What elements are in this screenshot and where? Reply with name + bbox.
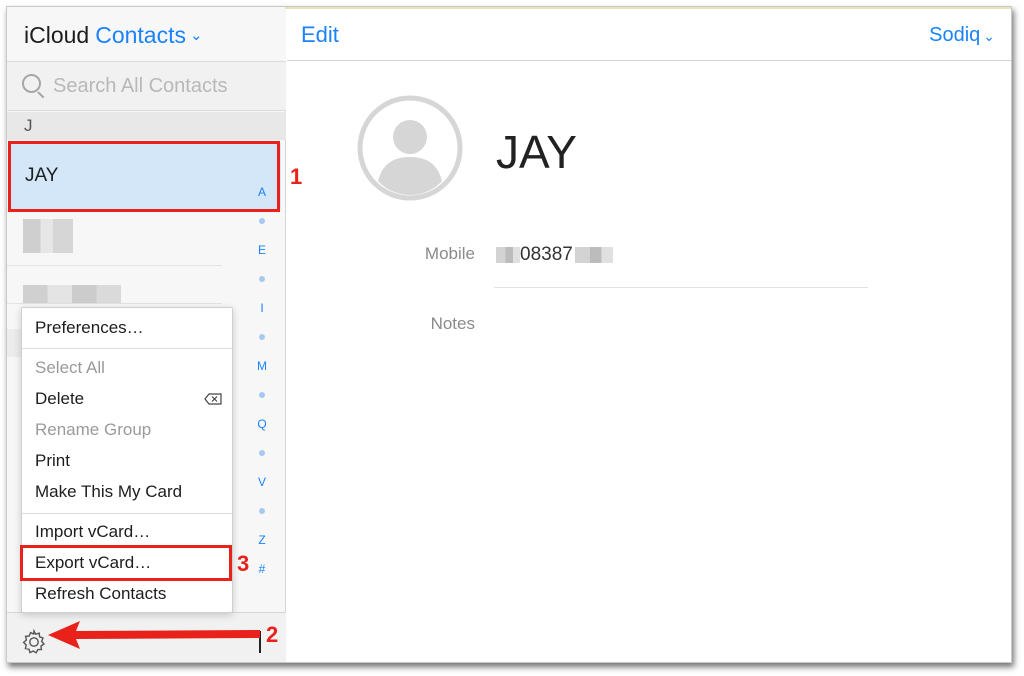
section-header-j: J	[7, 112, 286, 140]
index-dot[interactable]	[259, 392, 265, 398]
index-dot[interactable]	[259, 508, 265, 514]
field-divider	[494, 287, 868, 288]
contact-name-heading: JAY	[496, 126, 577, 178]
index-dot[interactable]	[259, 334, 265, 340]
annotation-number-1: 1	[290, 164, 303, 189]
search-bar	[7, 61, 286, 111]
edit-button[interactable]: Edit	[301, 22, 339, 48]
menu-item-preferences[interactable]: Preferences…	[22, 313, 232, 343]
redacted-digits	[574, 247, 613, 263]
annotation-box-contact	[8, 141, 280, 212]
delete-key-icon	[204, 393, 222, 405]
chevron-down-icon[interactable]: ⌄	[190, 26, 203, 44]
notes-label: Notes	[430, 314, 475, 333]
menu-item-select-all: Select All	[35, 358, 105, 377]
annotation-number-3: 3	[237, 551, 250, 576]
menu-item-print[interactable]: Print	[22, 446, 232, 476]
contact-avatar[interactable]	[357, 95, 463, 201]
detail-header: Edit Sodiq ⌄	[287, 9, 1011, 61]
index-letter[interactable]: V	[251, 475, 273, 489]
index-letter[interactable]: Z	[251, 533, 273, 547]
search-icon	[21, 73, 47, 99]
chevron-down-icon: ⌄	[983, 28, 995, 44]
blurred-contact-name[interactable]	[23, 219, 73, 253]
menu-item-rename-group: Rename Group	[35, 420, 152, 439]
index-letter[interactable]: Q	[251, 417, 273, 431]
index-dot[interactable]	[259, 276, 265, 282]
index-letter[interactable]: E	[251, 243, 273, 257]
mobile-digits: 08387	[520, 244, 573, 265]
menu-separator	[22, 513, 232, 514]
menu-item-import-vcard[interactable]: Import vCard…	[22, 517, 232, 547]
sidebar-header[interactable]: iCloud Contacts ⌄	[7, 9, 286, 61]
index-dot[interactable]	[259, 218, 265, 224]
app-switcher-label[interactable]: Contacts	[95, 22, 186, 49]
row-divider	[7, 265, 222, 266]
menu-item-make-my-card[interactable]: Make This My Card	[22, 477, 232, 507]
annotation-box-export	[20, 545, 232, 581]
menu-item-delete[interactable]: Delete	[22, 384, 232, 414]
index-letter[interactable]: I	[251, 301, 273, 315]
search-input[interactable]	[53, 74, 273, 98]
row-divider	[7, 303, 222, 304]
annotation-arrow	[48, 621, 260, 649]
menu-item-delete-label: Delete	[35, 389, 85, 408]
mobile-value[interactable]: 08387	[496, 244, 613, 266]
mobile-label: Mobile	[424, 244, 475, 263]
menu-item-refresh-contacts[interactable]: Refresh Contacts	[22, 579, 232, 609]
icloud-brand: iCloud	[24, 21, 90, 48]
index-letter[interactable]: M	[251, 359, 273, 373]
redacted-digits	[496, 247, 520, 263]
menu-separator	[22, 348, 232, 349]
annotation-number-2: 2	[266, 622, 279, 647]
account-name: Sodiq	[929, 24, 981, 46]
blurred-contact-name[interactable]	[23, 285, 121, 303]
account-menu-button[interactable]: Sodiq ⌄	[929, 24, 995, 47]
index-letter[interactable]: #	[251, 562, 273, 576]
index-dot[interactable]	[259, 450, 265, 456]
